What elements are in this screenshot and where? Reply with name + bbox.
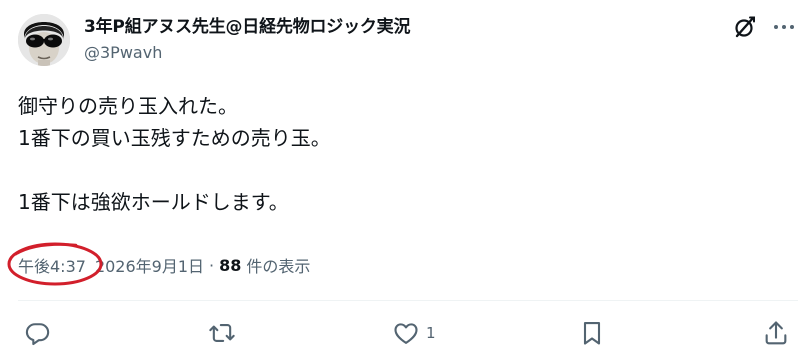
views-label: 件の表示 xyxy=(246,257,311,276)
share-button[interactable] xyxy=(762,318,790,348)
bookmark-icon xyxy=(583,322,601,345)
tweet-text: 御守りの売り玉入れた。 1番下の買い玉残すための売り玉。 1番下は強欲ホールドし… xyxy=(18,90,778,218)
retweet-icon xyxy=(209,324,235,342)
grok-button[interactable] xyxy=(732,14,758,40)
avatar[interactable] xyxy=(18,14,70,66)
meta-separator: · xyxy=(209,255,215,275)
more-icon xyxy=(774,25,794,29)
like-count: 1 xyxy=(426,324,436,342)
tweet-time[interactable]: 午後4:37 xyxy=(18,253,86,277)
tweet-line-4: 1番下は強欲ホールドします。 xyxy=(18,190,289,214)
user-handle[interactable]: @3Pwavh xyxy=(84,43,162,62)
tweet-line-1: 御守りの売り玉入れた。 xyxy=(18,94,238,118)
retweet-button[interactable] xyxy=(208,318,236,348)
reply-button[interactable] xyxy=(24,318,52,348)
tweet-line-2: 1番下の買い玉残すための売り玉。 xyxy=(18,126,331,150)
bookmark-button[interactable] xyxy=(578,318,606,348)
tweet-meta: 午後4:37 2026年9月1日 · 88 件の表示 xyxy=(18,253,310,277)
display-name[interactable]: 3年P組アヌス先生@日経先物ロジック実況 xyxy=(84,12,410,37)
reply-icon xyxy=(25,323,50,346)
tweet-date[interactable]: 2026年9月1日 xyxy=(95,253,204,277)
share-icon xyxy=(765,321,787,345)
like-button[interactable]: 1 xyxy=(392,318,436,348)
views-count[interactable]: 88 xyxy=(219,256,241,275)
like-icon xyxy=(394,323,418,344)
more-options-button[interactable] xyxy=(770,14,798,40)
tweet-line-3 xyxy=(18,154,778,186)
divider xyxy=(18,300,798,301)
avatar-image xyxy=(18,14,70,66)
grok-icon xyxy=(735,16,755,38)
